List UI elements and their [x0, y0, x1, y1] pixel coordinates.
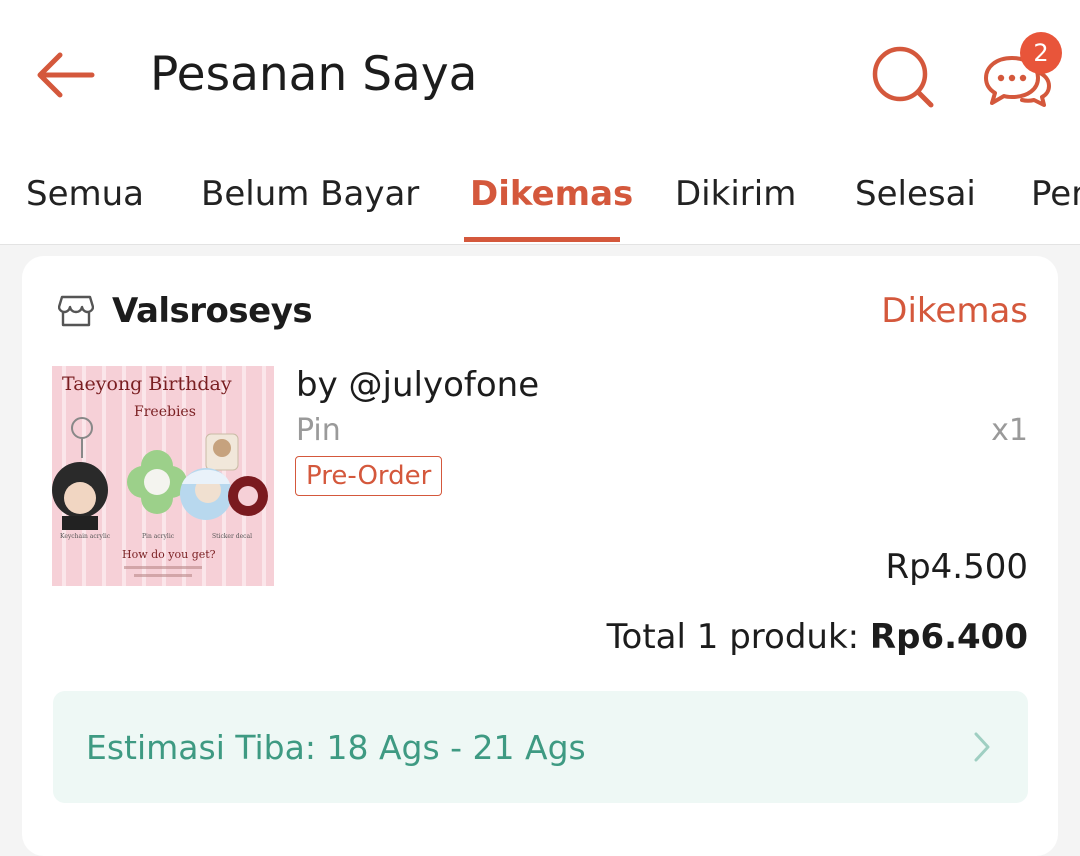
arrow-left-icon: [37, 52, 95, 98]
product-image: Taeyong Birthday Freebies Keychain acryl…: [52, 366, 274, 586]
product-quantity: x1: [991, 413, 1028, 448]
search-icon: [872, 46, 934, 108]
order-status-tabs: Semua Belum Bayar Dikemas Dikirim Selesa…: [0, 148, 1080, 245]
estimated-arrival-row[interactable]: Estimasi Tiba: 18 Ags - 21 Ags: [53, 691, 1028, 803]
tab-semua[interactable]: Semua: [26, 148, 144, 244]
order-status-label: Dikemas: [881, 291, 1028, 331]
preorder-tag: Pre-Order: [295, 456, 443, 496]
page-title: Pesanan Saya: [150, 47, 478, 102]
order-total-label: Total 1 produk:: [606, 617, 860, 657]
tab-selesai[interactable]: Selesai: [855, 148, 976, 244]
shop-icon: [58, 295, 94, 327]
tab-dikemas[interactable]: Dikemas: [470, 148, 633, 244]
thumbnail-footer: How do you get?: [122, 548, 216, 561]
chat-unread-badge: 2: [1020, 32, 1062, 74]
chevron-right-icon: [974, 732, 990, 762]
thumbnail-subtitle: Freebies: [134, 404, 196, 420]
thumbnail-label-keychain: Keychain acrylic: [60, 533, 111, 540]
tab-belum-bayar[interactable]: Belum Bayar: [201, 148, 419, 244]
thumbnail-label-pin: Pin acrylic: [142, 533, 175, 540]
product-thumbnail[interactable]: Taeyong Birthday Freebies Keychain acryl…: [52, 366, 274, 586]
back-button[interactable]: [34, 50, 96, 100]
tab-pengembalian[interactable]: Pen: [1031, 148, 1080, 244]
product-variant: Pin: [296, 413, 341, 448]
active-tab-indicator: [464, 237, 620, 242]
thumbnail-title: Taeyong Birthday: [62, 373, 232, 395]
order-total-value: Rp6.400: [869, 617, 1028, 657]
order-card[interactable]: Valsroseys Dikemas Taeyong Birthday Free…: [22, 256, 1058, 856]
shop-name[interactable]: Valsroseys: [112, 286, 313, 336]
tab-dikirim[interactable]: Dikirim: [675, 148, 796, 244]
product-name[interactable]: by @julyofone: [296, 360, 539, 410]
order-total: Total 1 produk: Rp6.400: [607, 612, 1028, 662]
app-header: Pesanan Saya 2: [0, 0, 1080, 148]
search-button[interactable]: [870, 44, 936, 110]
product-price: Rp4.500: [885, 547, 1028, 587]
estimated-arrival-text: Estimasi Tiba: 18 Ags - 21 Ags: [86, 728, 586, 767]
thumbnail-label-sticker: Sticker decal: [212, 533, 252, 540]
